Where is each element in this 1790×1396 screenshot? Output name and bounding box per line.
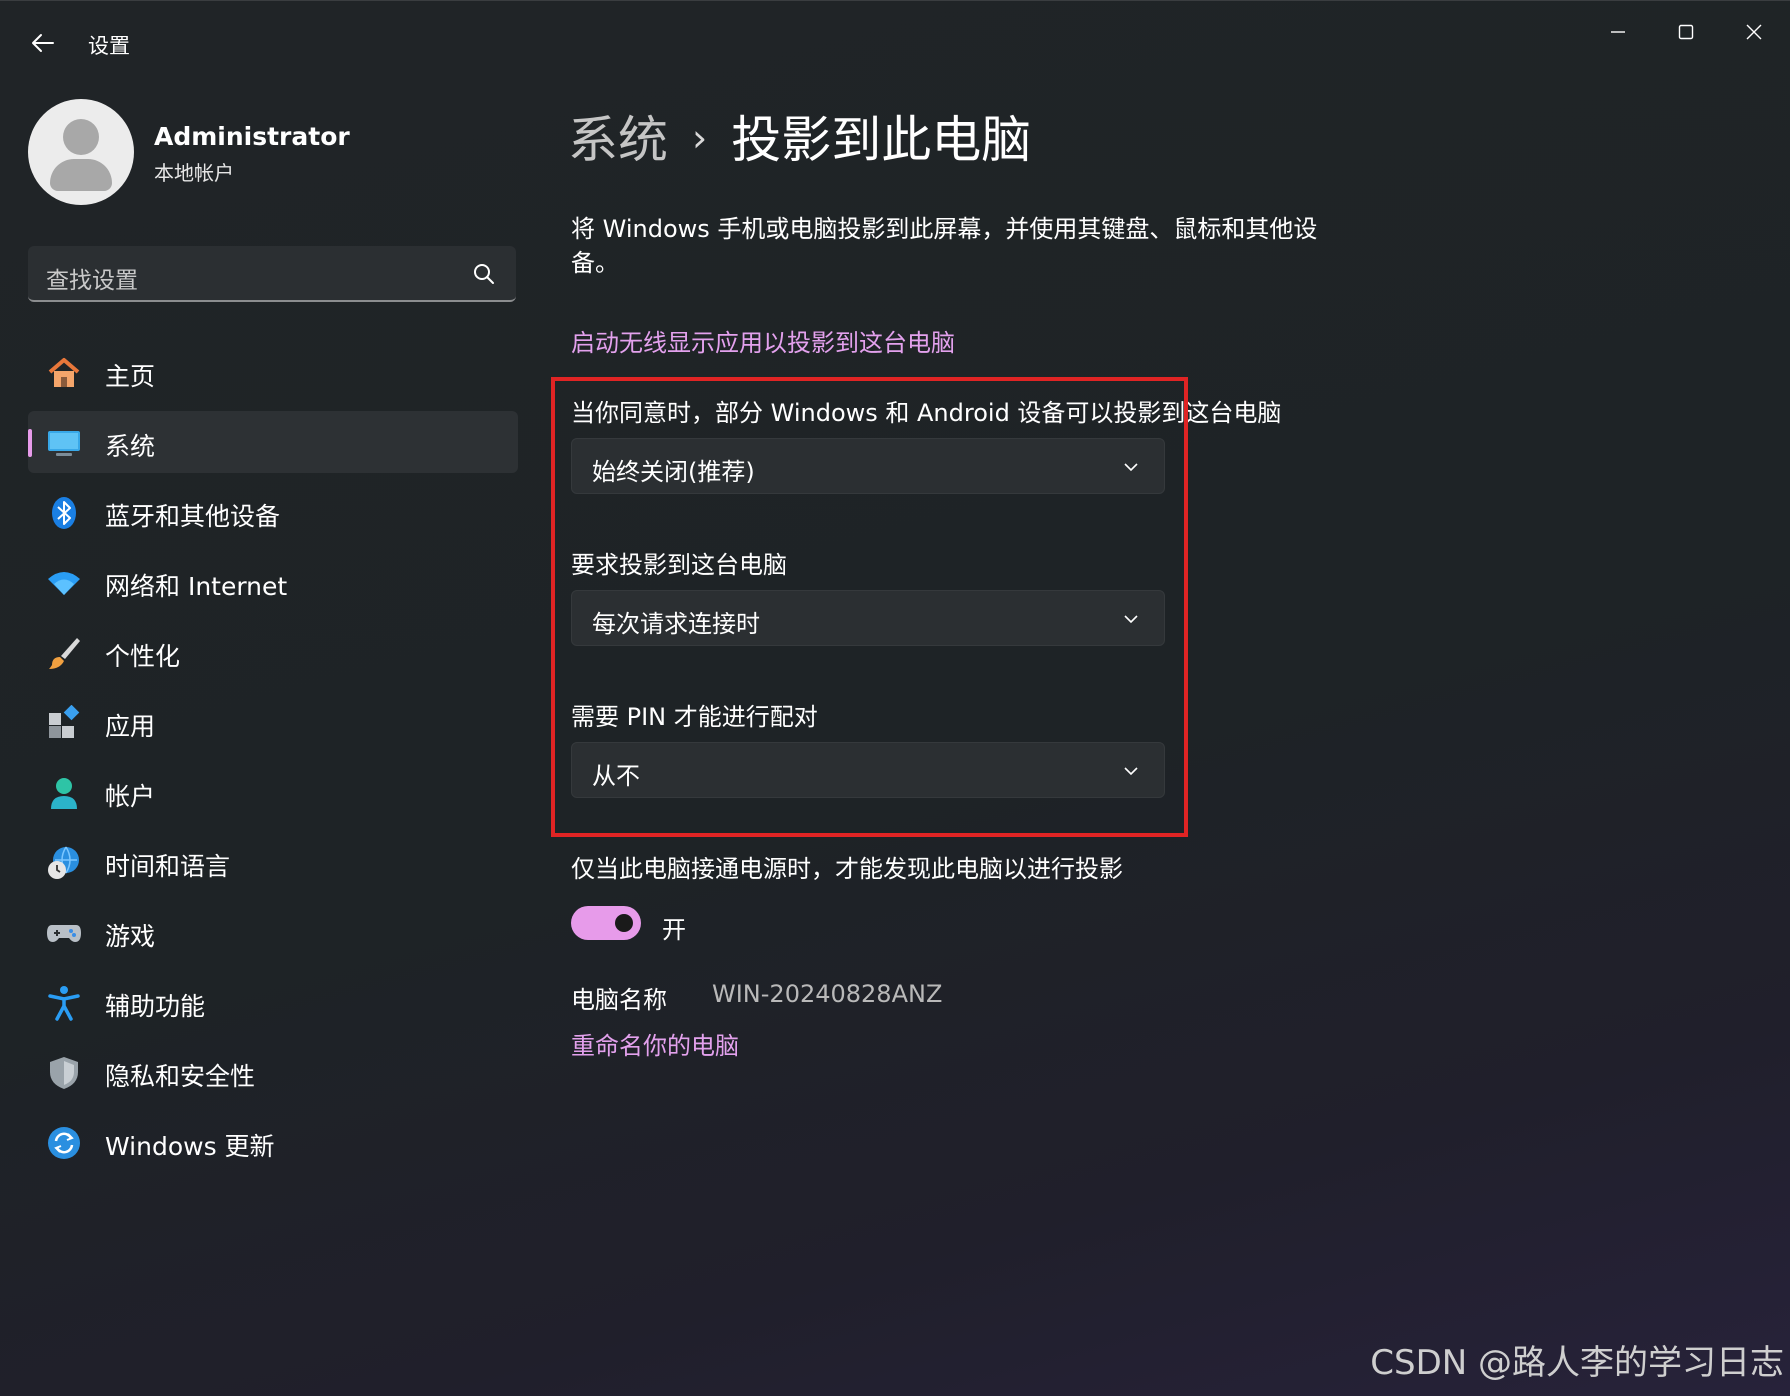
sidebar-item-label: 网络和 Internet [105, 572, 288, 601]
selection-indicator [28, 429, 32, 457]
sidebar-item-bluetooth[interactable]: 蓝牙和其他设备 [28, 481, 518, 543]
brush-icon [46, 635, 82, 671]
minimize-button[interactable] [1588, 10, 1648, 54]
sidebar-item-personalization[interactable]: 个性化 [28, 621, 518, 683]
bluetooth-icon [46, 495, 82, 531]
watermark: CSDN @路人李的学习日志 [1370, 1343, 1784, 1383]
annotation-highlight-box [551, 377, 1188, 837]
avatar[interactable] [28, 99, 134, 205]
sidebar-item-label: 蓝牙和其他设备 [105, 502, 281, 531]
search-icon[interactable] [472, 262, 496, 286]
page-title: 投影到此电脑 [731, 111, 1032, 169]
title-bar: 设置 [0, 0, 1790, 86]
avatar-body-shape [50, 159, 112, 191]
user-name: Administrator [154, 122, 350, 151]
apps-icon [46, 705, 82, 741]
maximize-icon [1678, 24, 1694, 40]
close-icon [1746, 24, 1762, 40]
minimize-icon [1611, 31, 1625, 33]
sidebar-item-privacy[interactable]: 隐私和安全性 [28, 1041, 518, 1103]
breadcrumb: 系统 › 投影到此电脑 [568, 100, 1031, 172]
system-monitor-icon [46, 425, 82, 461]
account-icon [46, 775, 82, 811]
sidebar-item-label: 隐私和安全性 [105, 1062, 256, 1091]
search-input-placeholder[interactable]: 查找设置 [46, 261, 138, 295]
sidebar-item-time-language[interactable]: 时间和语言 [28, 831, 518, 893]
close-button[interactable] [1724, 10, 1784, 54]
sidebar-item-label: 时间和语言 [105, 852, 231, 881]
setting-label-power-only: 仅当此电脑接通电源时，才能发现此电脑以进行投影 [571, 855, 1123, 883]
sidebar-item-windows-update[interactable]: Windows 更新 [28, 1111, 518, 1173]
wifi-icon [46, 565, 82, 601]
shield-icon [46, 1055, 82, 1091]
sidebar-item-label: 主页 [105, 362, 156, 391]
sidebar-item-label: 帐户 [105, 782, 156, 811]
toggle-knob [615, 914, 633, 932]
account-type: 本地帐户 [154, 161, 234, 185]
pc-name-value: WIN-20240828ANZ [712, 980, 943, 1008]
maximize-button[interactable] [1656, 10, 1716, 54]
back-arrow-icon [32, 34, 54, 52]
search-box[interactable]: 查找设置 [28, 246, 516, 302]
rename-pc-link[interactable]: 重命名你的电脑 [571, 1026, 739, 1061]
home-icon [46, 355, 82, 391]
avatar-head-shape [63, 119, 99, 155]
sidebar-item-label: 辅助功能 [105, 992, 206, 1021]
sidebar-item-label: 系统 [105, 432, 156, 461]
sidebar-item-label: Windows 更新 [105, 1132, 275, 1161]
sidebar-item-accessibility[interactable]: 辅助功能 [28, 971, 518, 1033]
sidebar-item-label: 个性化 [105, 642, 181, 671]
sidebar-item-network[interactable]: 网络和 Internet [28, 551, 518, 613]
back-button[interactable] [24, 24, 62, 62]
sidebar-item-gaming[interactable]: 游戏 [28, 901, 518, 963]
sidebar-item-label: 游戏 [105, 922, 156, 951]
sidebar-nav: 主页 系统 蓝牙和其他设备 网络和 Internet 个性化 应用 帐户 时间和… [28, 341, 518, 1181]
sidebar-item-home[interactable]: 主页 [28, 341, 518, 403]
launch-wireless-display-link[interactable]: 启动无线显示应用以投影到这台电脑 [571, 323, 955, 358]
globe-clock-icon [46, 845, 82, 881]
page-description: 将 Windows 手机或电脑投影到此屏幕，并使用其键盘、鼠标和其他设备。 [571, 215, 1318, 277]
pc-name-label: 电脑名称 [571, 986, 667, 1014]
sidebar-item-accounts[interactable]: 帐户 [28, 761, 518, 823]
toggle-state-label: 开 [662, 916, 686, 944]
sidebar-item-system[interactable]: 系统 [28, 411, 518, 473]
power-only-toggle[interactable] [571, 906, 641, 940]
update-icon [46, 1125, 82, 1161]
gamepad-icon [46, 915, 82, 951]
accessibility-icon [46, 985, 82, 1021]
breadcrumb-separator: › [692, 116, 708, 160]
window-title: 设置 [88, 34, 130, 58]
sidebar-item-label: 应用 [105, 712, 156, 741]
sidebar-item-apps[interactable]: 应用 [28, 691, 518, 753]
breadcrumb-parent[interactable]: 系统 [568, 111, 668, 169]
